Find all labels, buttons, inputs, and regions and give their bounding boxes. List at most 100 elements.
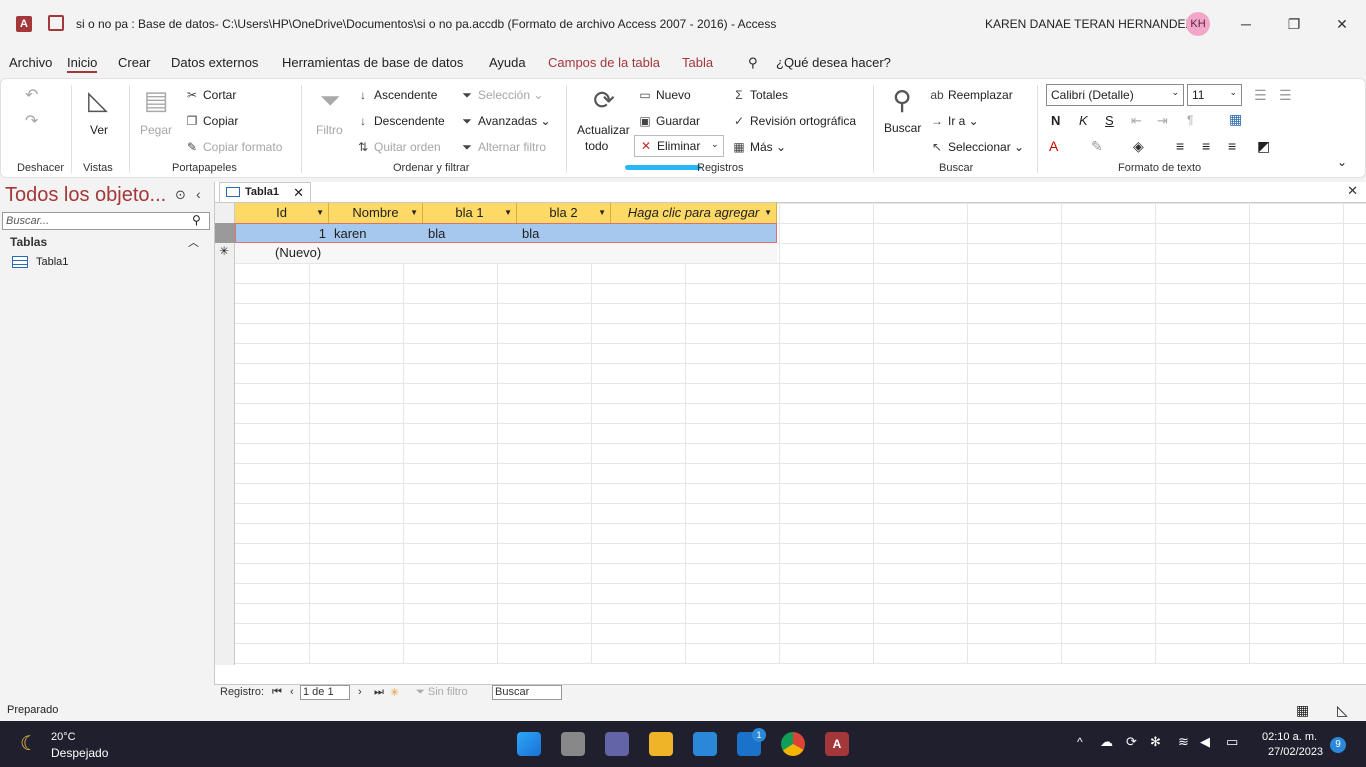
tell-me-search[interactable]: ¿Qué desea hacer? xyxy=(776,55,891,70)
font-color-icon[interactable]: A xyxy=(1049,138,1058,154)
tab-tabla[interactable]: Tabla xyxy=(682,55,713,70)
filter-icon[interactable]: ⏷ xyxy=(315,85,345,117)
nav-search-input[interactable]: Buscar... xyxy=(2,212,210,230)
chevron-up-icon[interactable]: ︿ xyxy=(188,234,199,250)
cortar-button[interactable]: ✂ Cortar xyxy=(185,88,236,102)
filter-status[interactable]: ⏷ Sin filtro xyxy=(416,686,468,699)
buscar-button[interactable]: Buscar xyxy=(884,121,921,135)
ver-button[interactable]: Ver xyxy=(90,123,108,137)
next-record-icon[interactable]: › xyxy=(358,686,362,698)
column-header-id[interactable]: Id ▼ xyxy=(235,203,329,223)
tab-archivo[interactable]: Archivo xyxy=(9,55,52,70)
tab-inicio[interactable]: Inicio xyxy=(67,55,98,73)
teams-icon[interactable] xyxy=(605,732,629,756)
file-explorer-icon[interactable] xyxy=(649,732,673,756)
column-header-bla1[interactable]: bla 1 ▼ xyxy=(423,203,517,223)
close-document-icon[interactable]: ✕ xyxy=(1347,183,1358,199)
close-window-button[interactable]: ✕ xyxy=(1328,10,1356,38)
alt-row-color-icon[interactable]: ◩ xyxy=(1257,138,1270,155)
gridlines-icon[interactable]: ▦ xyxy=(1229,111,1242,128)
windows-start-icon[interactable] xyxy=(517,732,541,756)
task-view-icon[interactable] xyxy=(561,732,585,756)
alternar-filtro-button[interactable]: ⏷ Alternar filtro xyxy=(460,140,546,155)
font-select[interactable]: Calibri (Detalle) ⌄ xyxy=(1046,84,1184,106)
refresh-icon[interactable]: ⟳ xyxy=(589,85,619,116)
chevron-down-icon[interactable]: ⌄ xyxy=(711,139,719,150)
datasheet-grid[interactable]: Id ▼ Nombre ▼ bla 1 ▼ bla 2 ▼ Haga clic para… xyxy=(215,202,1366,665)
collapse-ribbon-icon[interactable]: ⌄ xyxy=(1337,155,1347,169)
store-icon[interactable] xyxy=(693,732,717,756)
ir-a-button[interactable]: → Ir a ⌄ xyxy=(930,114,979,128)
seleccion-button[interactable]: ⏷ Selección ⌄ xyxy=(460,88,543,103)
first-record-icon[interactable]: ⏮ xyxy=(272,686,282,699)
new-record-nav-icon[interactable]: ✳ xyxy=(390,686,399,699)
column-header-add[interactable]: Haga clic para agregar ▼ xyxy=(611,203,777,223)
collapse-pane-icon[interactable]: ‹ xyxy=(196,186,201,202)
clock-date[interactable]: 27/02/2023 xyxy=(1268,746,1323,758)
find-icon[interactable]: ⚲ xyxy=(887,85,917,116)
tab-herramientas[interactable]: Herramientas de base de datos xyxy=(282,55,463,70)
nav-item-tabla1[interactable]: Tabla1 xyxy=(12,256,68,269)
nav-menu-icon[interactable]: ⊙ xyxy=(175,187,186,203)
cell-bla2[interactable]: bla xyxy=(518,224,612,244)
nav-section-tablas[interactable]: Tablas xyxy=(10,235,47,249)
nuevo-button[interactable]: ▭ Nuevo xyxy=(638,88,690,102)
pegar-button[interactable]: Pegar xyxy=(140,123,172,137)
reemplazar-button[interactable]: ab Reemplazar xyxy=(930,88,1012,102)
nav-title[interactable]: Todos los objeto... xyxy=(5,184,166,207)
chevron-down-icon[interactable]: ▼ xyxy=(316,203,324,223)
chevron-up-icon[interactable]: ^ xyxy=(1077,735,1083,749)
battery-icon[interactable]: ▭ xyxy=(1226,734,1238,750)
cell-bla1[interactable]: bla xyxy=(424,224,518,244)
wifi-icon[interactable]: ≋ xyxy=(1178,734,1189,750)
tab-datos-externos[interactable]: Datos externos xyxy=(171,55,258,70)
volume-icon[interactable]: ◀ xyxy=(1200,734,1210,750)
onedrive-icon[interactable]: ☁ xyxy=(1100,734,1113,750)
align-right-icon[interactable]: ≡ xyxy=(1228,138,1236,154)
record-position-input[interactable]: 1 de 1 xyxy=(300,685,350,700)
align-left-icon[interactable]: ≡ xyxy=(1176,138,1184,154)
clock-time[interactable]: 02:10 a. m. xyxy=(1262,731,1317,743)
search-icon[interactable]: ⚲ xyxy=(192,213,201,227)
chevron-down-icon[interactable]: ▼ xyxy=(410,203,418,223)
indent-icon[interactable]: ⇤ xyxy=(1131,113,1142,129)
fill-color-icon[interactable]: ◈ xyxy=(1133,138,1144,155)
highlight-icon[interactable]: ✎ xyxy=(1091,138,1103,155)
tab-campos-tabla[interactable]: Campos de la tabla xyxy=(548,55,660,70)
avatar[interactable]: KH xyxy=(1186,12,1210,36)
record-selector[interactable] xyxy=(215,223,235,243)
new-record-row[interactable]: (Nuevo) xyxy=(235,243,777,263)
design-view-icon[interactable]: ◺ xyxy=(1337,702,1348,719)
copiar-formato-button[interactable]: ✎ Copiar formato xyxy=(185,140,282,154)
last-record-icon[interactable]: ⏭ xyxy=(374,686,384,699)
save-icon[interactable] xyxy=(48,15,64,31)
sync-icon[interactable]: ⟳ xyxy=(1126,734,1137,750)
bullets-icon[interactable]: ☰ xyxy=(1254,87,1267,104)
revision-button[interactable]: ✓ Revisión ortográfica xyxy=(732,114,856,128)
minimize-button[interactable]: ─ xyxy=(1232,10,1260,38)
italic-button[interactable]: K xyxy=(1079,113,1088,128)
column-header-bla2[interactable]: bla 2 ▼ xyxy=(517,203,611,223)
paragraph-icon[interactable]: ¶ xyxy=(1187,113,1193,127)
guardar-button[interactable]: ▣ Guardar xyxy=(638,114,700,128)
bold-button[interactable]: N xyxy=(1051,113,1060,128)
chevron-down-icon[interactable]: ▼ xyxy=(598,203,606,223)
restore-button[interactable]: ❐ xyxy=(1280,10,1308,38)
outdent-icon[interactable]: ⇥ xyxy=(1157,113,1168,129)
close-tab-icon[interactable]: ✕ xyxy=(293,185,304,201)
redo-icon[interactable]: ↷ xyxy=(25,111,38,131)
tab-ayuda[interactable]: Ayuda xyxy=(489,55,526,70)
actualizar-button[interactable]: Actualizar xyxy=(577,123,630,137)
column-header-nombre[interactable]: Nombre ▼ xyxy=(329,203,423,223)
cell-nombre[interactable]: karen xyxy=(330,224,424,244)
numbering-icon[interactable]: ☰ xyxy=(1279,87,1292,104)
descendente-button[interactable]: ↓ Descendente xyxy=(356,114,445,128)
datasheet-view-icon[interactable]: ▦ xyxy=(1296,702,1309,719)
avanzadas-button[interactable]: ⏷ Avanzadas ⌄ xyxy=(460,114,550,129)
chevron-down-icon[interactable]: ▼ xyxy=(504,203,512,223)
undo-icon[interactable]: ↶ xyxy=(25,85,38,105)
underline-button[interactable]: S xyxy=(1105,113,1114,128)
table-row[interactable]: 1 karen bla bla xyxy=(235,223,777,243)
seleccionar-button[interactable]: ↖ Seleccionar ⌄ xyxy=(930,140,1024,154)
align-center-icon[interactable]: ≡ xyxy=(1202,138,1210,154)
